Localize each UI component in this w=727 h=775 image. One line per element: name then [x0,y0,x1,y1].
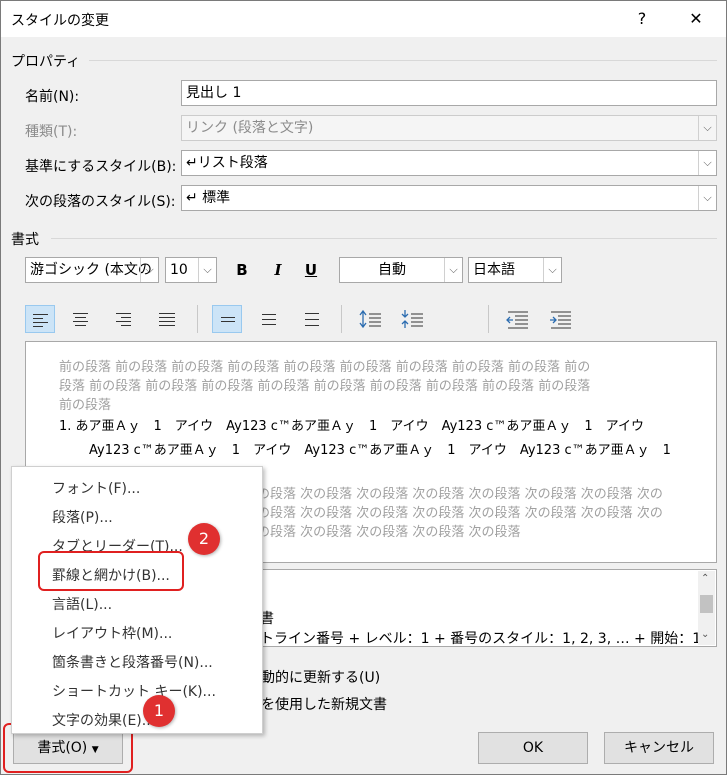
dialog-title: スタイルの変更 [11,13,109,29]
scrollbar-thumb[interactable] [700,595,713,613]
decrease-indent-button[interactable] [503,305,533,333]
align-left-button[interactable] [25,305,55,333]
preview-next-line: 次の段落 次の段落 次の段落 次の段落 次の段落 [244,525,521,540]
toolbar-separator [197,305,198,333]
description-line: トライン番号 + レベル：1 + 番号のスタイル：1, 2, 3, … + 開始… [260,631,702,647]
help-icon[interactable]: ? [627,7,657,31]
menu-item-numbering[interactable]: 箇条書きと段落番号(N)... [52,652,213,672]
menu-item-frame[interactable]: レイアウト枠(M)... [52,623,172,643]
format-popup-menu: フォント(F)... 段落(P)... タブとリーダー(T)... 罫線と網かけ… [11,466,263,734]
chevron-down-icon: ⌵ [698,116,716,140]
preview-prev-line: 段落 前の段落 前の段落 前の段落 前の段落 前の段落 前の段落 前の段落 前の… [59,379,591,394]
toolbar-separator [488,305,489,333]
scroll-down-icon[interactable]: ⌄ [701,629,709,640]
scroll-up-icon[interactable]: ⌃ [701,573,709,584]
type-label: 種類(T): [25,124,78,140]
type-select: リンク (段落と文字) ⌵ [181,115,717,141]
preview-next-line: 次の段落 次の段落 次の段落 次の段落 次の段落 次の段落 次の段落 次の [244,487,663,502]
menu-item-shortcut-key[interactable]: ショートカット キー(K)... [52,681,216,701]
base-style-label: 基準にするスタイル(B): [25,159,177,175]
preview-next-line: 次の段落 次の段落 次の段落 次の段落 次の段落 次の段落 次の段落 次の [244,506,663,521]
font-size-select[interactable]: 10 ⌵ [165,257,217,283]
format-separator [51,238,717,239]
step-badge-two: 2 [188,523,220,555]
preview-prev-line: 前の段落 前の段落 前の段落 前の段落 前の段落 前の段落 前の段落 前の段落 … [59,360,591,375]
title-bar: スタイルの変更 ? ✕ [1,1,726,37]
font-color-value: 自動 [378,262,406,278]
format-section-label: 書式 [11,232,39,248]
preview-sample-line: Ay123 c™あア亜Ａｙ 1 アイウ Ay123 c™あア亜Ａｙ 1 アイウ … [89,443,671,458]
menu-item-paragraph[interactable]: 段落(P)... [52,507,113,527]
italic-button[interactable]: I [265,257,291,283]
justify-button[interactable] [152,305,182,333]
font-value: 游ゴシック (本文の [30,262,152,278]
toolbar-separator [341,305,342,333]
increase-indent-icon [550,311,571,329]
underline-button[interactable]: U [298,257,324,283]
close-icon[interactable]: ✕ [681,7,711,31]
chevron-down-icon[interactable]: ⌵ [140,258,158,282]
menu-item-text-effects[interactable]: 文字の効果(E)... [52,710,155,730]
space-before-button[interactable] [356,305,386,333]
bold-button[interactable]: B [229,257,255,283]
align-right-button[interactable] [109,305,139,333]
font-size-value: 10 [170,262,188,278]
menu-item-font[interactable]: フォント(F)... [52,478,140,498]
chevron-down-icon[interactable]: ⌵ [198,258,216,282]
base-style-select[interactable]: ↵リスト段落 ⌵ [181,150,717,176]
step-badge-one: 1 [143,695,175,727]
base-style-value: ↵リスト段落 [186,155,268,171]
cancel-button[interactable]: キャンセル [604,732,714,764]
preview-prev-line: 前の段落 [59,398,112,413]
font-color-select[interactable]: 自動 ⌵ [339,257,463,283]
double-spacing-button[interactable] [297,305,327,333]
space-after-button[interactable] [398,305,428,333]
chevron-down-icon[interactable]: ⌵ [698,186,716,210]
next-style-value: ↵ 標準 [186,190,231,206]
ok-button[interactable]: OK [478,732,588,764]
space-after-icon [401,310,423,328]
properties-section-label: プロパティ [11,54,81,70]
space-before-icon [359,309,381,329]
decrease-indent-icon [506,311,528,329]
name-input[interactable]: 見出し 1 [181,80,717,106]
menu-item-language[interactable]: 言語(L)... [52,594,112,614]
auto-update-checkbox-label[interactable]: 動的に更新する(U) [261,667,380,687]
next-style-select[interactable]: ↵ 標準 ⌵ [181,185,717,211]
increase-indent-button[interactable] [546,305,576,333]
single-spacing-button[interactable] [212,305,242,333]
chevron-down-icon[interactable]: ⌵ [543,258,561,282]
chevron-down-icon[interactable]: ⌵ [698,151,716,175]
font-select[interactable]: 游ゴシック (本文の ⌵ [25,257,159,283]
highlight-borders-item [38,551,184,591]
one-half-spacing-button[interactable] [254,305,284,333]
language-value: 日本語 [473,262,515,278]
description-scrollbar[interactable]: ⌃ ⌄ [698,571,715,645]
align-center-button[interactable] [66,305,96,333]
next-style-label: 次の段落のスタイル(S): [25,194,176,210]
new-documents-radio-label[interactable]: を使用した新規文書 [261,694,387,714]
type-value: リンク (段落と文字) [186,120,314,136]
language-select[interactable]: 日本語 ⌵ [468,257,562,283]
name-label: 名前(N): [25,89,80,105]
chevron-down-icon[interactable]: ⌵ [444,258,462,282]
properties-separator [89,60,717,61]
preview-sample-line: 1. あア亜Ａｙ 1 アイウ Ay123 c™あア亜Ａｙ 1 アイウ Ay123… [59,419,644,434]
